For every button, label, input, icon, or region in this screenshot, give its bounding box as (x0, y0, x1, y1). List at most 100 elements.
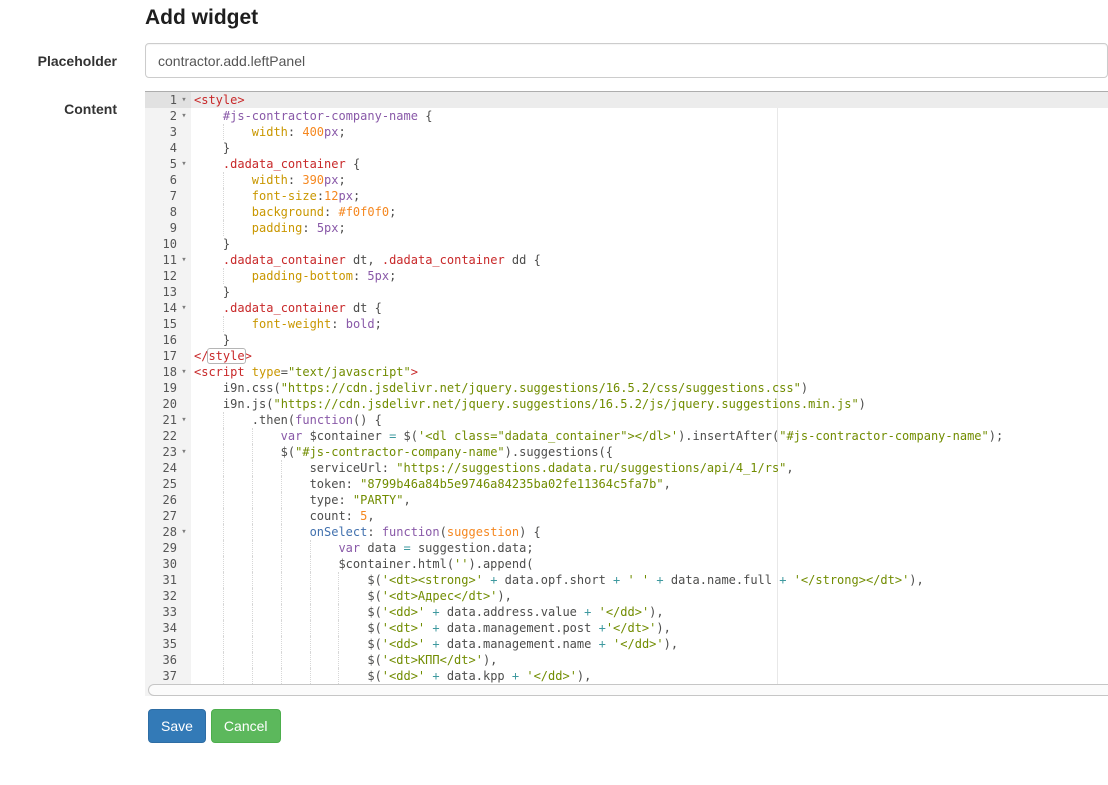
gutter-cell[interactable]: 12 (145, 268, 191, 284)
indent-guide (223, 428, 252, 444)
code-line[interactable]: 14▾.dadata_container dt { (145, 300, 1108, 316)
code-line[interactable]: 37$('<dd>' + data.kpp + '</dd>'), (145, 668, 1108, 684)
code-line[interactable]: 13} (145, 284, 1108, 300)
code-line[interactable]: 36$('<dt>КПП</dt>'), (145, 652, 1108, 668)
gutter-cell[interactable]: 16 (145, 332, 191, 348)
code-line[interactable]: 32$('<dt>Адрес</dt>'), (145, 588, 1108, 604)
horizontal-scrollbar[interactable] (148, 684, 1108, 696)
gutter-cell[interactable]: 9 (145, 220, 191, 236)
gutter-cell[interactable]: 11▾ (145, 252, 191, 268)
gutter-cell[interactable]: 13 (145, 284, 191, 300)
gutter-cell[interactable]: 2▾ (145, 108, 191, 124)
code-line[interactable]: 15font-weight: bold; (145, 316, 1108, 332)
code-line[interactable]: 19i9n.css("https://cdn.jsdelivr.net/jque… (145, 380, 1108, 396)
gutter-cell[interactable]: 15 (145, 316, 191, 332)
token: ), (497, 589, 511, 603)
gutter-cell[interactable]: 27 (145, 508, 191, 524)
fold-arrow-icon[interactable]: ▾ (177, 252, 191, 268)
code-line[interactable]: 21▾.then(function() { (145, 412, 1108, 428)
gutter-cell[interactable]: 3 (145, 124, 191, 140)
gutter-cell[interactable]: 17 (145, 348, 191, 364)
gutter-cell[interactable]: 4 (145, 140, 191, 156)
code-line[interactable]: 1▾<style> (145, 92, 1108, 108)
indent-guide (310, 540, 339, 556)
fold-arrow-icon[interactable]: ▾ (177, 92, 191, 108)
cancel-button[interactable]: Cancel (211, 709, 281, 743)
code-line[interactable]: 4} (145, 140, 1108, 156)
fold-arrow-icon[interactable]: ▾ (177, 524, 191, 540)
code-line[interactable]: 28▾onSelect: function(suggestion) { (145, 524, 1108, 540)
gutter-cell[interactable]: 26 (145, 492, 191, 508)
code-line[interactable]: 31$('<dt><strong>' + data.opf.short + ' … (145, 572, 1108, 588)
gutter-cell[interactable]: 31 (145, 572, 191, 588)
code-line[interactable]: 5▾.dadata_container { (145, 156, 1108, 172)
code-line[interactable]: 29var data = suggestion.data; (145, 540, 1108, 556)
code-line[interactable]: 26type: "PARTY", (145, 492, 1108, 508)
code-line[interactable]: 7font-size:12px; (145, 188, 1108, 204)
gutter-cell[interactable]: 29 (145, 540, 191, 556)
code-line[interactable]: 24serviceUrl: "https://suggestions.dadat… (145, 460, 1108, 476)
line-number: 13 (145, 284, 177, 300)
code-line[interactable]: 34$('<dt>' + data.management.post +'</dt… (145, 620, 1108, 636)
fold-arrow-icon[interactable]: ▾ (177, 108, 191, 124)
gutter-cell[interactable]: 37 (145, 668, 191, 684)
code-line[interactable]: 22var $container = $('<dl class="dadata_… (145, 428, 1108, 444)
code-line[interactable]: 30$container.html('').append( (145, 556, 1108, 572)
code-line[interactable]: 33$('<dd>' + data.address.value + '</dd>… (145, 604, 1108, 620)
indent-guide (194, 620, 223, 636)
code-line[interactable]: 27count: 5, (145, 508, 1108, 524)
code-editor[interactable]: 1▾<style>2▾#js-contractor-company-name {… (145, 91, 1108, 696)
save-button[interactable]: Save (148, 709, 206, 743)
gutter-cell[interactable]: 36 (145, 652, 191, 668)
gutter-cell[interactable]: 32 (145, 588, 191, 604)
gutter-cell[interactable]: 28▾ (145, 524, 191, 540)
gutter-cell[interactable]: 21▾ (145, 412, 191, 428)
indent-guide (194, 460, 223, 476)
fold-arrow-icon[interactable]: ▾ (177, 300, 191, 316)
code-line[interactable]: 3width: 400px; (145, 124, 1108, 140)
gutter-cell[interactable]: 35 (145, 636, 191, 652)
token: data.opf.short (497, 573, 613, 587)
code-line[interactable]: 23▾$("#js-contractor-company-name").sugg… (145, 444, 1108, 460)
code-line[interactable]: 17</style> (145, 348, 1108, 364)
code-line[interactable]: 18▾<script type="text/javascript"> (145, 364, 1108, 380)
code-line[interactable]: 2▾#js-contractor-company-name { (145, 108, 1108, 124)
indent-guide (310, 588, 339, 604)
gutter-cell[interactable]: 23▾ (145, 444, 191, 460)
token: > (245, 349, 252, 363)
gutter-cell[interactable]: 7 (145, 188, 191, 204)
gutter-cell[interactable]: 1▾ (145, 92, 191, 108)
placeholder-input[interactable] (145, 43, 1108, 78)
indent-guide (194, 428, 223, 444)
fold-arrow-icon[interactable]: ▾ (177, 156, 191, 172)
code-line[interactable]: 8background: #f0f0f0; (145, 204, 1108, 220)
code-line[interactable]: 10} (145, 236, 1108, 252)
gutter-cell[interactable]: 34 (145, 620, 191, 636)
code-line[interactable]: 35$('<dd>' + data.management.name + '</d… (145, 636, 1108, 652)
gutter-cell[interactable]: 19 (145, 380, 191, 396)
code-line[interactable]: 20i9n.js("https://cdn.jsdelivr.net/jquer… (145, 396, 1108, 412)
code-line[interactable]: 9padding: 5px; (145, 220, 1108, 236)
gutter-cell[interactable]: 10 (145, 236, 191, 252)
gutter-cell[interactable]: 30 (145, 556, 191, 572)
gutter-cell[interactable]: 33 (145, 604, 191, 620)
code-line[interactable]: 12padding-bottom: 5px; (145, 268, 1108, 284)
token: + (599, 637, 606, 651)
fold-arrow-icon[interactable]: ▾ (177, 364, 191, 380)
gutter-cell[interactable]: 14▾ (145, 300, 191, 316)
code-line[interactable]: 11▾.dadata_container dt, .dadata_contain… (145, 252, 1108, 268)
token: , (786, 461, 793, 475)
gutter-cell[interactable]: 20 (145, 396, 191, 412)
fold-arrow-icon[interactable]: ▾ (177, 444, 191, 460)
code-line[interactable]: 25token: "8799b46a84b5e9746a84235ba02fe1… (145, 476, 1108, 492)
gutter-cell[interactable]: 6 (145, 172, 191, 188)
gutter-cell[interactable]: 24 (145, 460, 191, 476)
gutter-cell[interactable]: 22 (145, 428, 191, 444)
gutter-cell[interactable]: 8 (145, 204, 191, 220)
fold-arrow-icon[interactable]: ▾ (177, 412, 191, 428)
code-line[interactable]: 6width: 390px; (145, 172, 1108, 188)
gutter-cell[interactable]: 18▾ (145, 364, 191, 380)
gutter-cell[interactable]: 5▾ (145, 156, 191, 172)
code-line[interactable]: 16} (145, 332, 1108, 348)
gutter-cell[interactable]: 25 (145, 476, 191, 492)
